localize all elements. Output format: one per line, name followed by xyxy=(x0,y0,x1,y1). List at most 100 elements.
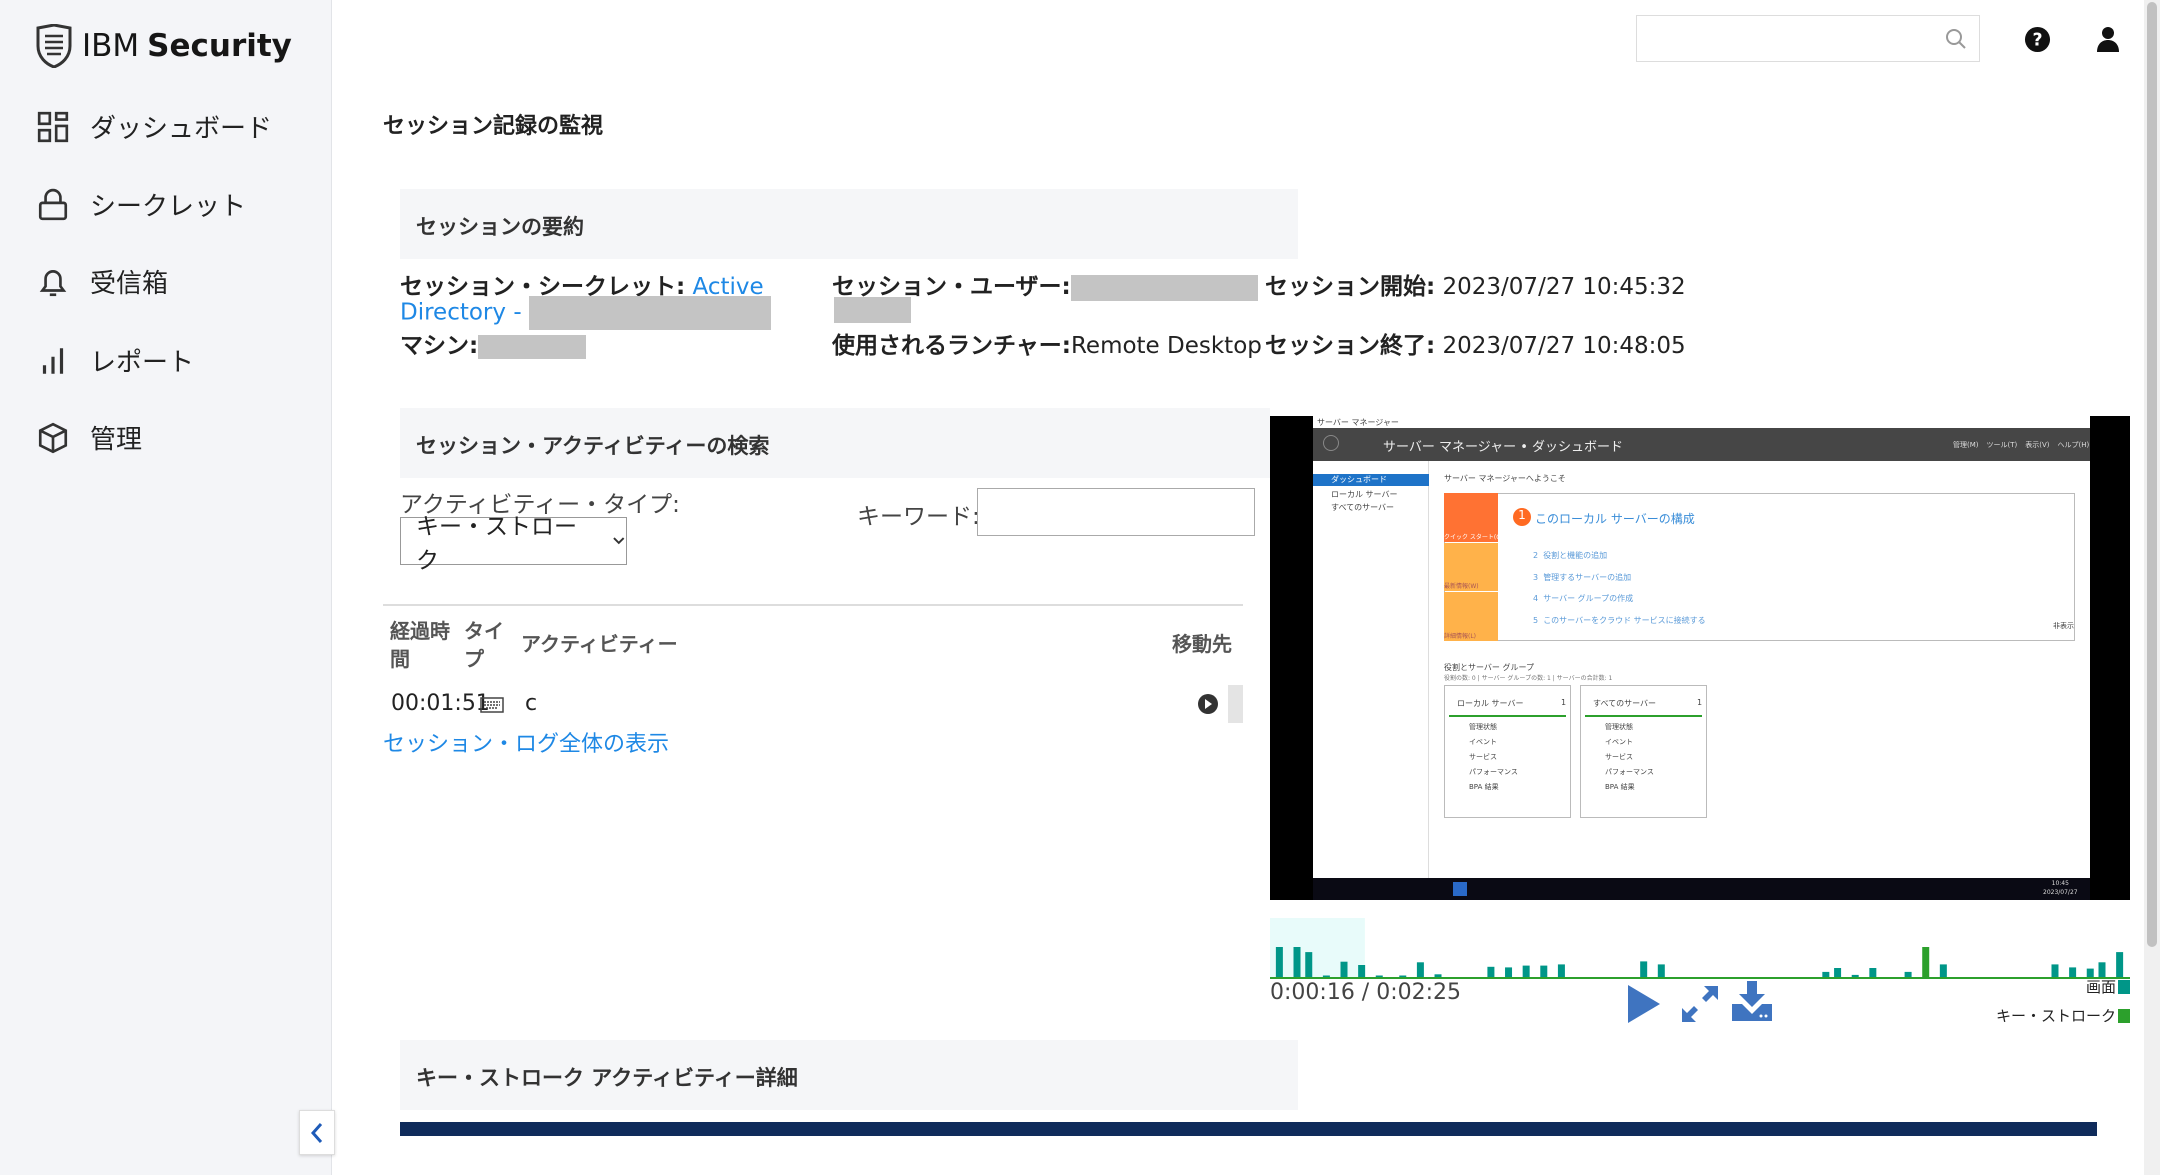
legend-swatch xyxy=(2118,979,2130,994)
col-type: タイプ xyxy=(464,619,504,671)
screen-bar xyxy=(1869,968,1877,977)
table-row[interactable]: 00:01:51 c xyxy=(383,685,1243,725)
window-title: サーバー マネージャー xyxy=(1317,418,1399,427)
sidebar-item-reports[interactable]: レポート xyxy=(36,342,194,379)
sidebar-item-label: 受信箱 xyxy=(90,269,169,299)
activity-type-select[interactable]: キー・ストローク xyxy=(400,514,627,574)
search-input[interactable] xyxy=(1636,15,1980,62)
screen-bar xyxy=(1834,968,1842,977)
redacted-block xyxy=(528,296,771,330)
session-summary-header: セッションの要約 xyxy=(400,189,1298,259)
list-scrollbar[interactable] xyxy=(1228,685,1243,723)
session-secret-field-cont: Directory - xyxy=(400,296,771,330)
label: マシン: xyxy=(400,333,479,359)
session-start-field: セッション開始: 2023/07/27 10:45:32 xyxy=(1265,267,1686,301)
help-icon[interactable]: ? xyxy=(2024,26,2051,53)
label: セッション開始: xyxy=(1265,274,1436,300)
label: 使用されるランチャー: xyxy=(832,333,1071,359)
secret-link-cont[interactable]: Directory - xyxy=(400,300,522,326)
screen-bar xyxy=(1322,975,1330,977)
screen-bar xyxy=(1399,975,1407,977)
divider xyxy=(383,604,1243,606)
screen-bar xyxy=(1851,974,1859,977)
sidebar-item-label: レポート xyxy=(90,348,195,378)
sidebar-item-admin[interactable]: 管理 xyxy=(36,419,142,456)
view-full-log-link[interactable]: セッション・ログ全体の表示 xyxy=(383,726,669,758)
scrollbar-thumb[interactable] xyxy=(2147,2,2157,947)
activity-value: c xyxy=(525,691,538,716)
value: 2023/07/27 10:48:05 xyxy=(1442,333,1686,359)
screen-bar xyxy=(1375,975,1383,977)
col-activity: アクティビティー xyxy=(521,632,678,656)
chevron-down-icon xyxy=(613,537,625,545)
sm-steps: 2 役割と機能の追加 3 管理するサーバーの追加 4 サーバー グループの作成 5 こ… xyxy=(1533,551,1706,625)
redacted-block xyxy=(834,297,911,323)
sidebar-item-secrets[interactable]: シークレット xyxy=(36,186,246,223)
screen-bar xyxy=(1939,964,1947,977)
elapsed-time: 00:01:51 xyxy=(391,691,490,716)
fullscreen-icon[interactable] xyxy=(1680,984,1720,1024)
label: セッション終了: xyxy=(1265,333,1436,359)
ibm-security-logo[interactable]: IBM Security xyxy=(34,24,292,68)
keystroke-detail-header: キー・ストローク アクティビティー詳細 xyxy=(400,1040,1298,1110)
screen-bar xyxy=(2116,952,2124,977)
svg-text:?: ? xyxy=(2032,30,2042,50)
keyword-input[interactable] xyxy=(977,488,1255,536)
sidebar-item-dashboard[interactable]: ダッシュボード xyxy=(36,108,272,145)
session-end-field: セッション終了: 2023/07/27 10:48:05 xyxy=(1265,326,1686,360)
sidebar-item-label: 管理 xyxy=(90,425,143,455)
col-elapsed: 経過時間 xyxy=(390,619,450,671)
screen-bar xyxy=(1557,964,1565,977)
screen-bar xyxy=(1434,974,1442,977)
bell-icon xyxy=(39,269,67,296)
page-scrollbar[interactable] xyxy=(2144,0,2160,1175)
screen-bar xyxy=(1293,947,1301,977)
sm-menu: 管理(M) ツール(T) 表示(V) ヘルプ(H) xyxy=(1953,441,2090,449)
screen-bar xyxy=(1487,966,1495,977)
session-user-field: セッション・ユーザー: xyxy=(832,267,1258,301)
sm-nav: ダッシュボード xyxy=(1313,474,1429,486)
screen-bar xyxy=(2069,967,2077,977)
activity-search-header: セッション・アクティビティーの検索 xyxy=(400,408,1270,478)
screen-bar xyxy=(1416,962,1424,977)
screen-bar xyxy=(1358,965,1366,977)
bar-chart-icon xyxy=(42,347,64,374)
keystroke-bar xyxy=(1922,947,1930,977)
value: 2023/07/27 10:45:32 xyxy=(1442,274,1686,300)
download-icon[interactable] xyxy=(1731,980,1773,1022)
user-icon[interactable] xyxy=(2096,25,2120,53)
play-circle-icon[interactable] xyxy=(1197,693,1219,715)
legend-swatch xyxy=(2118,1008,2130,1023)
cube-icon xyxy=(38,422,68,453)
sm-breadcrumb: サーバー マネージャー • ダッシュボード xyxy=(1383,440,1624,455)
search-icon[interactable] xyxy=(1945,28,1967,50)
screen-bar xyxy=(2098,962,2106,977)
sidebar-item-label: ダッシュボード xyxy=(90,114,273,144)
collapse-sidebar-button[interactable] xyxy=(299,1110,335,1155)
screen-bar xyxy=(1904,971,1912,977)
detail-bar xyxy=(400,1122,2097,1136)
screen-bar xyxy=(1657,964,1665,977)
time-display: 0:00:16 / 0:02:25 xyxy=(1270,980,1462,1005)
screen-bar xyxy=(1640,961,1648,977)
select-value: キー・ストローク xyxy=(416,514,577,574)
legend-screen: 画面 xyxy=(2086,976,2130,997)
sidebar-item-label: シークレット xyxy=(90,192,247,222)
screen-bar xyxy=(1822,971,1830,977)
screen-bar xyxy=(2051,964,2059,977)
sidebar-item-inbox[interactable]: 受信箱 xyxy=(36,263,168,300)
redacted-block xyxy=(1070,274,1258,301)
keyboard-icon xyxy=(480,697,504,713)
lock-icon xyxy=(38,188,68,220)
redacted-block xyxy=(478,334,587,359)
chevron-left-icon xyxy=(310,1122,323,1143)
page-title: セッション記録の監視 xyxy=(383,114,604,139)
play-icon[interactable] xyxy=(1626,984,1662,1024)
screen-bar xyxy=(1522,965,1530,977)
timeline[interactable] xyxy=(1270,915,2130,980)
section-title: セッション・アクティビティーの検索 xyxy=(416,434,770,458)
launcher-field: 使用されるランチャー:Remote Desktop xyxy=(832,326,1262,360)
section-title: セッションの要約 xyxy=(416,215,584,239)
screen-bar xyxy=(1505,967,1513,977)
value: Remote Desktop xyxy=(1070,333,1262,359)
